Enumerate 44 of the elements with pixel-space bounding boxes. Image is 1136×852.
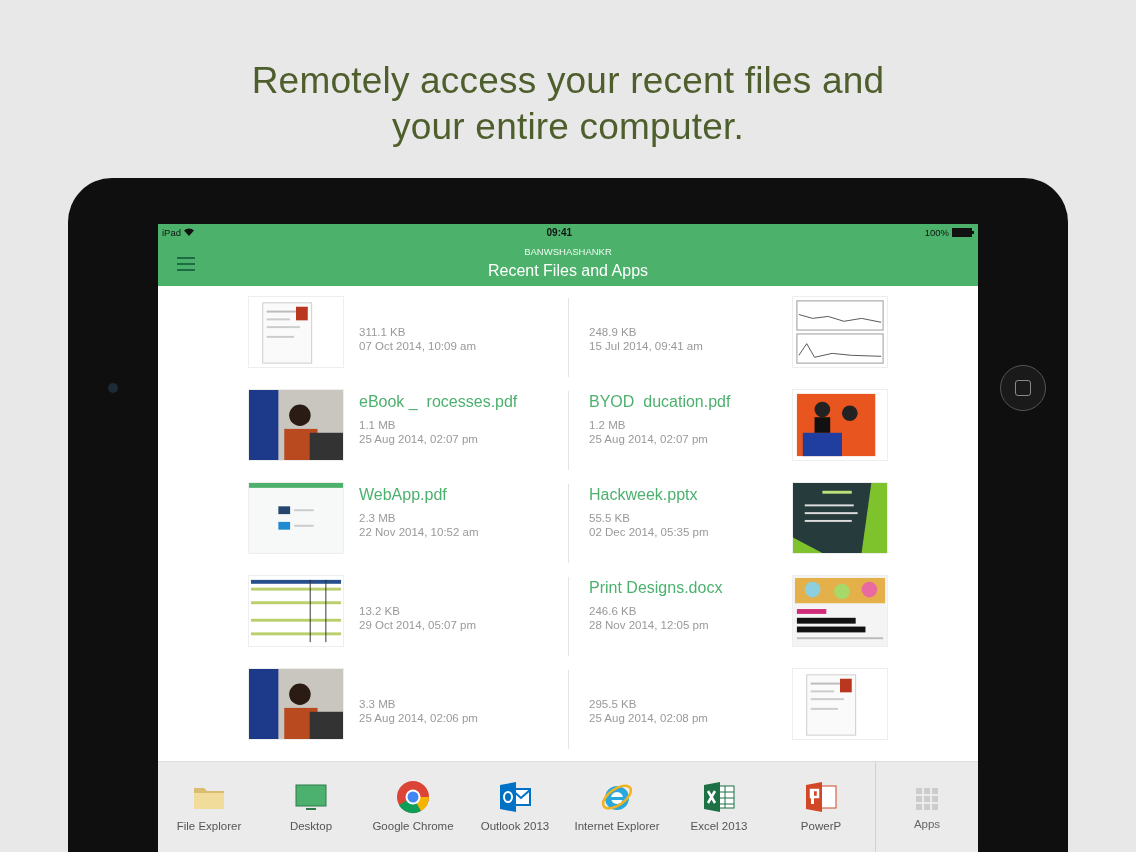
dock-app[interactable]: File Explorer [158,762,260,852]
file-date: 25 Aug 2014, 02:07 pm [359,432,479,446]
clock: 09:41 [546,226,573,238]
file-date: 25 Aug 2014, 02:08 pm [589,711,709,725]
dock-app[interactable]: Internet Explorer [566,762,668,852]
dock-app[interactable]: Excel 2013 [668,762,770,852]
menu-button[interactable] [176,257,196,273]
file-size: 2.3 MB [359,511,397,525]
envelope-logo-icon [498,780,532,814]
file-date: 25 Aug 2014, 02:06 pm [359,711,479,725]
camera-icon [108,383,118,393]
menu-icon [177,257,195,271]
file-size: 13.2 KB [359,604,401,618]
circle-logo-icon [396,780,430,814]
grid-icon [916,788,938,810]
account-name: BANWSHASHANKR [523,246,613,257]
file-size: 246.6 KB [589,604,638,618]
file-size: 311.1 KB [359,325,407,339]
screen-title: Recent Files and Apps [486,262,650,280]
file-date: 25 Aug 2014, 02:07 pm [589,432,709,446]
file-size: 3.3 MB [359,697,397,711]
home-button[interactable] [1000,365,1046,411]
spreadsheet-logo-icon [702,780,736,814]
dock-app[interactable]: Desktop [260,762,362,852]
file-size: 295.5 KB [589,697,638,711]
file-date: 28 Nov 2014, 12:05 pm [589,618,710,632]
wifi-icon [184,228,194,236]
file-size: 55.5 KB [589,511,631,525]
file-date: 15 Jul 2014, 09:41 am [589,339,704,353]
file-date: 02 Dec 2014, 05:35 pm [589,525,710,539]
dock-app[interactable]: Outlook 2013 [464,762,566,852]
file-size: 1.2 MB [589,418,627,432]
battery-icon [952,227,974,237]
headline: Remotely access your recent files and your entire computer. [251,59,885,149]
device-name: iPad [162,226,181,238]
slides-logo-icon [804,780,838,814]
file-size: 248.9 KB [589,325,638,339]
battery-percent: 100% [924,226,949,238]
file-date: 07 Oct 2014, 10:09 am [359,339,477,353]
file-size: 1.1 MB [359,418,397,432]
dock-app[interactable]: Google Chrome [362,762,464,852]
file-date: 22 Nov 2014, 10:52 am [359,525,480,539]
file-date: 29 Oct 2014, 05:07 pm [359,618,477,632]
dock-app[interactable]: PowerP [770,762,872,852]
